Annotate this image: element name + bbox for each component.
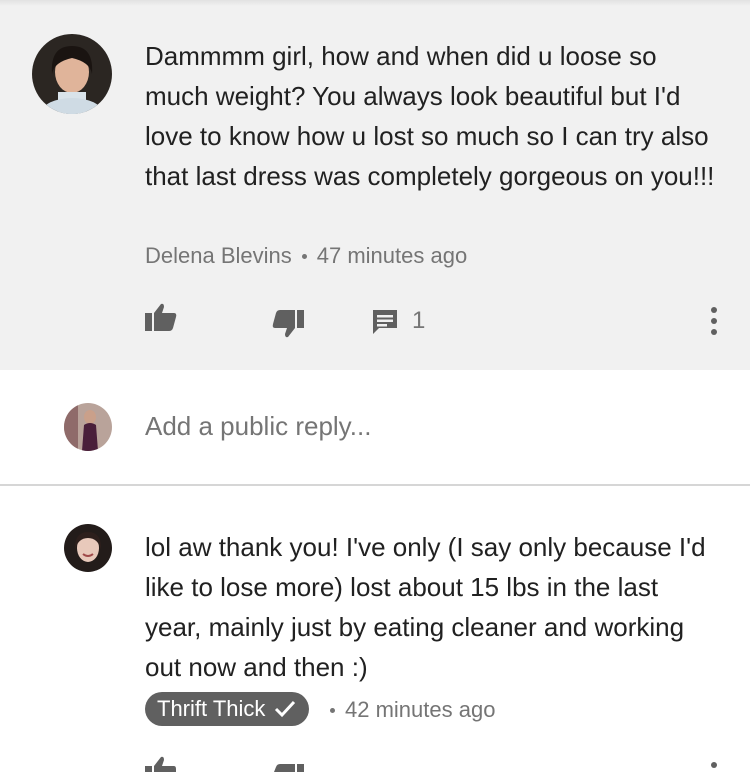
more-vert-icon[interactable] xyxy=(704,307,724,337)
thumbs-down-icon[interactable] xyxy=(272,310,304,338)
reply-more-vert-icon[interactable] xyxy=(704,762,724,772)
reply-thumbs-down-icon[interactable] xyxy=(272,764,304,772)
comment-meta: Delena Blevins 47 minutes ago xyxy=(145,240,467,272)
thumbs-up-icon[interactable] xyxy=(145,303,177,331)
comment-icon[interactable] xyxy=(371,308,399,336)
reply-meta: 42 minutes ago xyxy=(330,694,495,726)
reply-count: 1 xyxy=(412,307,426,334)
separator-dot xyxy=(330,708,335,713)
comment-author[interactable]: Delena Blevins xyxy=(145,243,292,268)
separator-dot xyxy=(301,254,307,259)
top-shadow xyxy=(0,0,750,6)
user-avatar xyxy=(64,403,112,451)
comment-text: Dammmm girl, how and when did u loose so… xyxy=(145,41,715,191)
comment-time: 47 minutes ago xyxy=(316,243,468,268)
commenter-avatar[interactable] xyxy=(32,34,112,114)
reply-text: lol aw thank you! I've only (I say only … xyxy=(145,532,706,682)
check-icon xyxy=(275,700,296,718)
author-badge[interactable]: Thrift Thick xyxy=(145,692,310,726)
replier-avatar[interactable] xyxy=(64,524,112,572)
comment-card: Dammmm girl, how and when did u loose so… xyxy=(0,0,750,370)
divider xyxy=(0,484,750,486)
reply-input[interactable]: Add a public reply... xyxy=(145,411,371,442)
reply-box: Add a public reply... xyxy=(0,370,750,485)
reply-time: 42 minutes ago xyxy=(345,697,496,722)
reply-author: Thrift Thick xyxy=(157,696,266,721)
reply-thumbs-up-icon[interactable] xyxy=(145,756,177,772)
